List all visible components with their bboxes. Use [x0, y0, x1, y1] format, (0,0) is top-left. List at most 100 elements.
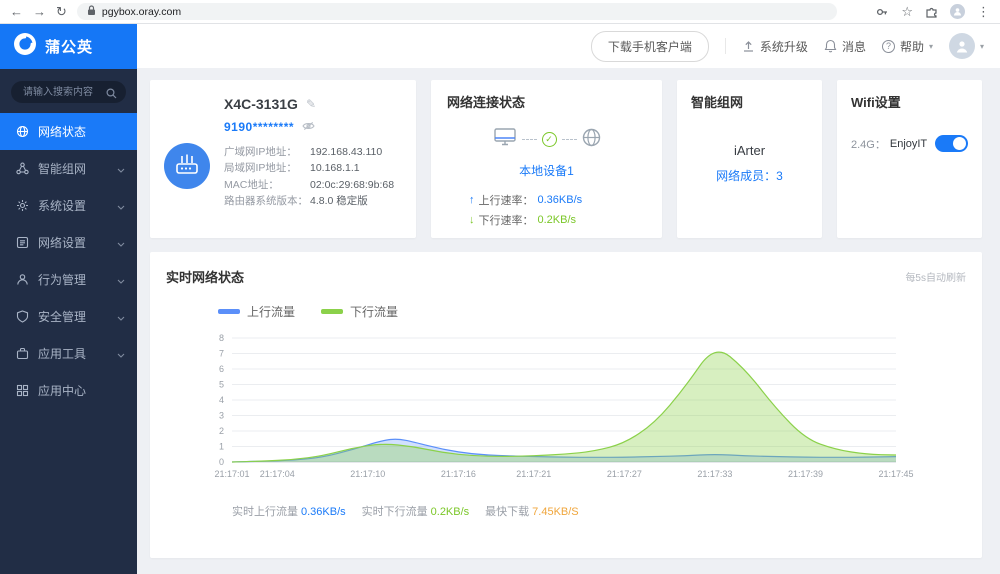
- globe-icon: [582, 128, 601, 152]
- chevron-down-icon: [117, 273, 125, 287]
- svg-text:4: 4: [219, 395, 224, 405]
- field-label: MAC地址：: [224, 177, 310, 193]
- system-upgrade-button[interactable]: 系统升级: [742, 38, 808, 55]
- extensions-icon[interactable]: [925, 5, 938, 18]
- card-title: Wifi设置: [851, 92, 968, 111]
- bell-icon: [824, 39, 837, 53]
- messages-button[interactable]: 消息: [824, 38, 866, 55]
- legend-swatch-upload: [218, 309, 240, 314]
- user-menu[interactable]: ▾: [949, 33, 984, 59]
- field-value: 02:0c:29:68:9b:68: [310, 177, 394, 193]
- help-icon: ?: [882, 40, 895, 53]
- chevron-down-icon: [117, 199, 125, 213]
- back-icon[interactable]: ←: [10, 5, 23, 18]
- computer-icon: [493, 127, 517, 152]
- sidebar-item-security-management[interactable]: 安全管理: [0, 298, 137, 335]
- smart-network-icon: [16, 162, 29, 175]
- connector-dash: [562, 139, 577, 140]
- stat-max-download: 最快下载7.45KB/S: [485, 503, 578, 519]
- wifi-toggle[interactable]: [935, 135, 968, 152]
- svg-text:1: 1: [219, 442, 224, 452]
- sidebar-menu: 网络状态 智能组网 系统设置 网络设置: [0, 113, 137, 409]
- chevron-down-icon: [117, 347, 125, 361]
- field-value: 4.8.0 稳定版: [310, 193, 368, 209]
- legend-item-download[interactable]: 下行流量: [321, 303, 398, 320]
- legend-label: 上行流量: [247, 303, 295, 320]
- card-title: 智能组网: [691, 92, 808, 111]
- app-logo[interactable]: 蒲公英: [0, 24, 137, 69]
- browser-menu-icon[interactable]: ⋮: [977, 5, 990, 18]
- local-device-link[interactable]: 本地设备1: [447, 162, 646, 179]
- forward-icon[interactable]: →: [33, 5, 46, 18]
- connection-status-card: 网络连接状态 ✓ 本地设备1: [431, 80, 662, 238]
- sidebar-item-behavior-management[interactable]: 行为管理: [0, 261, 137, 298]
- sidebar-item-network-status[interactable]: 网络状态: [0, 113, 137, 150]
- search-icon[interactable]: [106, 86, 117, 104]
- caret-down-icon: ▾: [929, 42, 933, 51]
- router-field-wan-ip: 广域网IP地址： 192.168.43.110: [224, 144, 402, 160]
- tools-icon: [16, 347, 29, 360]
- legend-item-upload[interactable]: 上行流量: [218, 303, 295, 320]
- chart-title: 实时网络状态: [166, 267, 244, 286]
- sidebar-item-app-tools[interactable]: 应用工具: [0, 335, 137, 372]
- system-upgrade-label: 系统升级: [760, 38, 808, 55]
- smart-network-card: 智能组网 iArter 网络成员：3: [677, 80, 822, 238]
- screen: ← → ↻ pgybox.oray.com ☆ ⋮: [0, 0, 1000, 574]
- refresh-icon[interactable]: ↻: [56, 5, 67, 18]
- connector-dash: [522, 139, 537, 140]
- sidebar-item-app-center[interactable]: 应用中心: [0, 372, 137, 409]
- upload-rate-value: 0.36KB/s: [538, 194, 583, 206]
- behavior-management-icon: [16, 273, 29, 286]
- svg-text:7: 7: [219, 349, 224, 359]
- traffic-chart: 01234567821:17:0121:17:0421:17:1021:17:1…: [166, 330, 966, 493]
- sidebar-item-label: 网络设置: [38, 234, 86, 251]
- download-rate-label: 下行速率：: [479, 212, 534, 228]
- address-bar[interactable]: pgybox.oray.com: [77, 3, 837, 20]
- sidebar-item-label: 网络状态: [38, 123, 86, 140]
- sidebar-search: [11, 81, 126, 103]
- refresh-note: 每5s自动刷新: [905, 269, 966, 284]
- svg-text:21:17:01: 21:17:01: [214, 469, 249, 479]
- field-value: 192.168.43.110: [310, 144, 382, 160]
- stat-download: 实时下行流量0.2KB/s: [362, 503, 470, 519]
- sidebar-item-system-settings[interactable]: 系统设置: [0, 187, 137, 224]
- field-label: 局域网IP地址：: [224, 160, 310, 176]
- sidebar-item-network-settings[interactable]: 网络设置: [0, 224, 137, 261]
- router-field-mac: MAC地址： 02:0c:29:68:9b:68: [224, 177, 402, 193]
- download-app-button[interactable]: 下载手机客户端: [591, 31, 709, 62]
- router-password: 9190********: [224, 120, 294, 134]
- svg-text:21:17:33: 21:17:33: [697, 469, 732, 479]
- main-content: X4C-3131G ✎ 9190********: [137, 68, 1000, 558]
- edit-icon[interactable]: ✎: [306, 97, 316, 111]
- help-menu[interactable]: ? 帮助 ▾: [882, 38, 933, 55]
- caret-down-icon: ▾: [980, 42, 984, 51]
- star-icon[interactable]: ☆: [901, 5, 913, 18]
- user-avatar: [949, 33, 975, 59]
- network-members-link[interactable]: 网络成员：3: [691, 167, 808, 184]
- security-shield-icon: [16, 310, 29, 323]
- sidebar-item-label: 应用工具: [38, 345, 86, 362]
- browser-profile-avatar[interactable]: [950, 4, 965, 19]
- browser-chrome: ← → ↻ pgybox.oray.com ☆ ⋮: [0, 0, 1000, 24]
- download-rate-value: 0.2KB/s: [538, 214, 577, 226]
- key-icon[interactable]: [875, 5, 889, 19]
- check-icon: ✓: [542, 132, 557, 147]
- traffic-chart-svg: 01234567821:17:0121:17:0421:17:1021:17:1…: [166, 330, 966, 488]
- members-label: 网络成员：: [716, 169, 776, 183]
- stat-upload: 实时上行流量0.36KB/s: [232, 503, 346, 519]
- toggle-knob: [953, 137, 966, 150]
- eye-off-icon[interactable]: [302, 118, 315, 136]
- svg-text:8: 8: [219, 333, 224, 343]
- sidebar-item-smart-network[interactable]: 智能组网: [0, 150, 137, 187]
- sidebar-item-label: 行为管理: [38, 271, 86, 288]
- wifi-band-label: 2.4G：: [851, 136, 886, 152]
- legend-label: 下行流量: [350, 303, 398, 320]
- svg-text:21:17:39: 21:17:39: [788, 469, 823, 479]
- logo-text: 蒲公英: [45, 36, 93, 57]
- realtime-traffic-card: 实时网络状态 每5s自动刷新 上行流量 下行流量: [150, 252, 982, 558]
- field-label: 路由器系统版本：: [224, 193, 310, 209]
- down-arrow-icon: ↓: [469, 214, 475, 226]
- field-label: 广域网IP地址：: [224, 144, 310, 160]
- svg-text:21:17:10: 21:17:10: [350, 469, 385, 479]
- router-name: X4C-3131G: [224, 96, 298, 112]
